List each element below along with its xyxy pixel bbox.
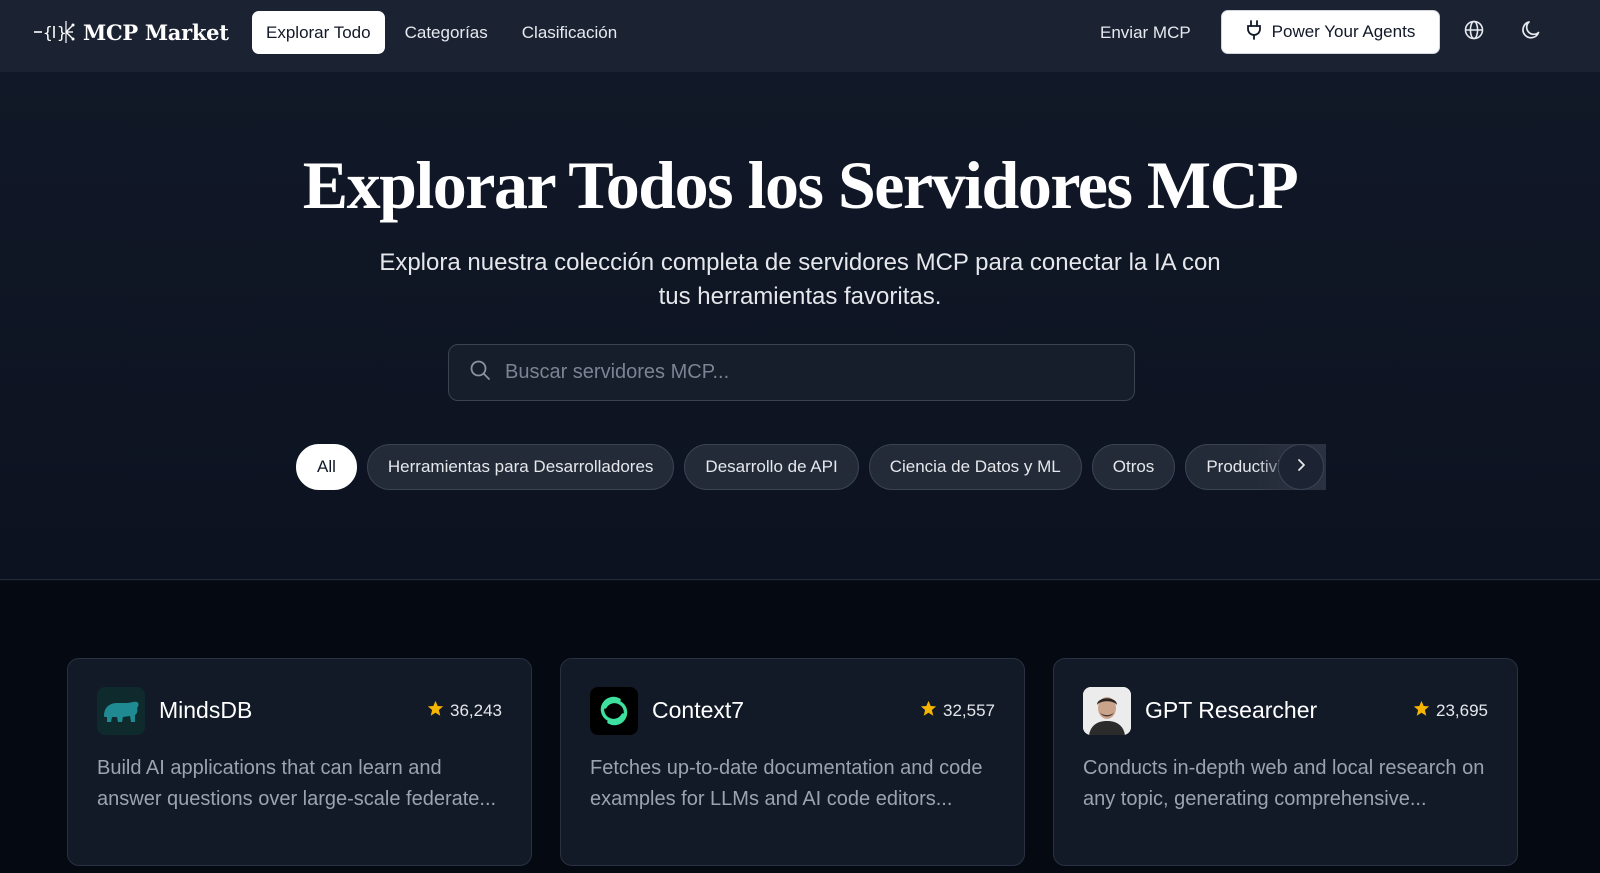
logo-text: MCP Market — [83, 19, 229, 45]
logo[interactable]: { } MCP Market — [33, 17, 229, 47]
filter-chip-all[interactable]: All — [296, 444, 357, 490]
moon-icon — [1520, 19, 1542, 46]
server-name: MindsDB — [159, 697, 253, 723]
power-button-label: Power Your Agents — [1271, 22, 1416, 41]
filter-chip-others[interactable]: Otros — [1091, 444, 1176, 490]
server-card-mindsdb[interactable]: MindsDB 36,243 Build AI applications tha… — [67, 658, 532, 866]
category-filter-bar: All Herramientas para Desarrolladores De… — [296, 444, 1326, 490]
theme-toggle-button[interactable] — [1516, 17, 1546, 47]
plug-icon — [1246, 19, 1262, 45]
main-nav: Explorar Todo Categorías Clasificación — [252, 11, 637, 54]
search-input[interactable] — [505, 361, 1105, 384]
power-your-agents-button[interactable]: Power Your Agents — [1221, 10, 1440, 54]
language-button[interactable] — [1459, 17, 1489, 47]
star-count-value: 32,557 — [943, 701, 995, 720]
nav-categories[interactable]: Categorías — [391, 11, 502, 54]
star-count: 23,695 — [1413, 700, 1488, 722]
hero-section: Explorar Todos los Servidores MCP Explor… — [0, 72, 1600, 580]
svg-text:}: } — [57, 23, 67, 42]
star-icon — [1413, 700, 1430, 722]
nav-ranking[interactable]: Clasificación — [508, 11, 631, 54]
search-icon — [469, 359, 491, 386]
star-icon — [427, 700, 444, 722]
server-description: Build AI applications that can learn and… — [97, 757, 497, 810]
server-description: Fetches up-to-date documentation and cod… — [590, 757, 983, 810]
star-count-value: 23,695 — [1436, 701, 1488, 720]
star-count: 32,557 — [920, 700, 995, 722]
page-subtitle: Explora nuestra colección completa de se… — [379, 249, 1221, 310]
nav-explore-all[interactable]: Explorar Todo — [252, 11, 385, 54]
filter-scroll-next-button[interactable] — [1278, 444, 1324, 490]
filter-chip-data-science-ml[interactable]: Ciencia de Datos y ML — [868, 444, 1082, 490]
submit-mcp-link[interactable]: Enviar MCP — [1100, 11, 1191, 54]
avatar-icon — [1083, 687, 1131, 735]
star-icon — [920, 700, 937, 722]
filter-chip-developer-tools[interactable]: Herramientas para Desarrolladores — [366, 444, 675, 490]
chevron-right-icon — [1295, 458, 1307, 477]
server-description: Conducts in-depth web and local research… — [1083, 757, 1485, 810]
top-nav-bar: { } MCP Market Explorar Todo Categorías … — [0, 0, 1600, 72]
globe-icon — [1464, 20, 1484, 45]
server-grid: MindsDB 36,243 Build AI applications tha… — [0, 581, 1600, 873]
server-name: Context7 — [652, 697, 745, 723]
context7-logo-icon — [590, 687, 638, 735]
search-box[interactable] — [448, 344, 1135, 401]
server-card-context7[interactable]: Context7 32,557 Fetches up-to-date docum… — [560, 658, 1025, 866]
mcp-logo-icon: { } — [33, 17, 75, 47]
filter-chip-api-development[interactable]: Desarrollo de API — [684, 444, 859, 490]
server-card-gpt-researcher[interactable]: GPT Researcher 23,695 Conducts in-depth … — [1053, 658, 1518, 866]
server-name: GPT Researcher — [1145, 697, 1318, 723]
star-count: 36,243 — [427, 700, 502, 722]
svg-text:{: { — [43, 23, 53, 42]
star-count-value: 36,243 — [450, 701, 502, 720]
page-title: Explorar Todos los Servidores MCP — [302, 147, 1299, 223]
bear-icon — [97, 687, 145, 735]
